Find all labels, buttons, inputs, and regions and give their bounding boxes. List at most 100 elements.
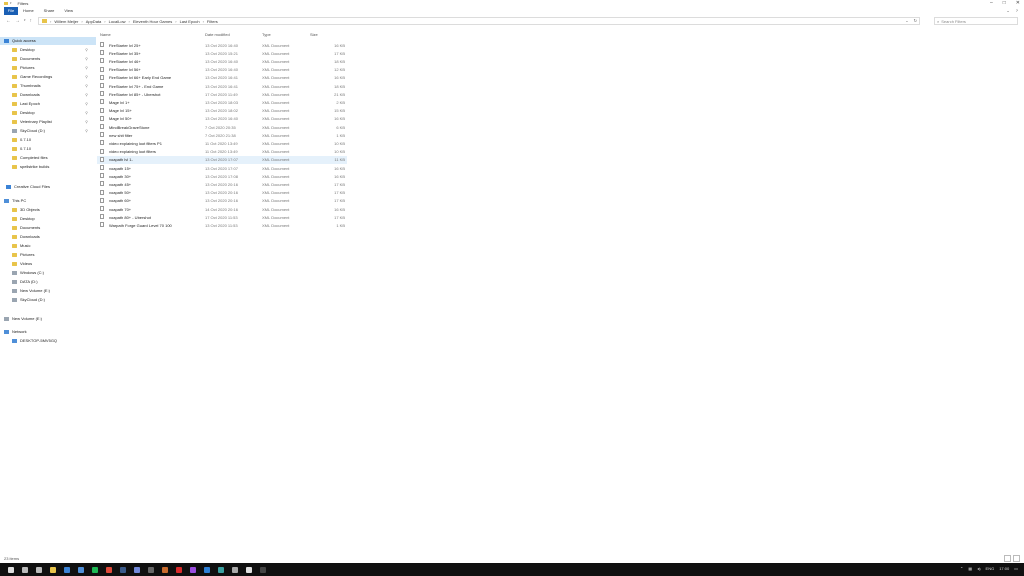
breadcrumb-segment[interactable]: Eleventh Hour Games: [133, 19, 172, 24]
clock[interactable]: 17:00: [999, 566, 1009, 571]
sidebar-item[interactable]: SkyCloud (D:) ⚲: [0, 127, 92, 135]
app-icon[interactable]: [232, 566, 238, 573]
table-row[interactable]: voapath 70+ 14 Oct 2020 20:16 XML Document…: [97, 205, 347, 213]
breadcrumb-segment[interactable]: Filters: [207, 19, 218, 24]
search-box[interactable]: ⌕ Search Filters: [934, 17, 1018, 25]
table-row[interactable]: video explaining loot filters 11 Oct 2020…: [97, 148, 347, 156]
table-row[interactable]: Mage lvl 1+ 13 Oct 2020 18:03 XML Document…: [97, 98, 347, 106]
app-icon[interactable]: [190, 566, 196, 573]
table-row[interactable]: FireStarter lvl 35+ 13 Oct 2020 15:21 XML …: [97, 49, 347, 57]
table-row[interactable]: voapath 45+ 13 Oct 2020 20:16 XML Document…: [97, 180, 347, 188]
tab-file[interactable]: File: [4, 7, 18, 15]
breadcrumb-segment[interactable]: LocalLow: [109, 19, 126, 24]
column-header-size[interactable]: Size: [310, 32, 318, 37]
sidebar-item[interactable]: Desktop ⚲: [0, 109, 92, 117]
table-row[interactable]: FireStarter lvl 75+ - End Game 13 Oct 202…: [97, 82, 347, 90]
notifications-icon[interactable]: ▭: [1014, 566, 1018, 571]
language-indicator[interactable]: ENG: [986, 566, 995, 571]
sidebar-item[interactable]: Desktop ⚲: [0, 46, 92, 54]
search-icon[interactable]: [22, 566, 28, 573]
app-icon[interactable]: [246, 566, 252, 573]
chrome-icon[interactable]: [106, 566, 112, 573]
spotify-icon[interactable]: [92, 566, 98, 573]
sidebar-item[interactable]: Downloads ⚲: [0, 91, 92, 99]
sidebar-item[interactable]: Pictures ⚲: [0, 64, 92, 72]
sidebar-item[interactable]: This PC: [0, 197, 26, 205]
sidebar-item[interactable]: Pictures: [0, 251, 34, 259]
breadcrumb-segment[interactable]: Last Epoch: [180, 19, 200, 24]
table-row[interactable]: voapath lvl 1- 13 Oct 2020 17:07 XML Docum…: [97, 155, 347, 164]
tab-home[interactable]: Home: [18, 7, 39, 15]
steam-icon[interactable]: [120, 566, 126, 573]
table-row[interactable]: voapath 30+ 13 Oct 2020 17:08 XML Document…: [97, 172, 347, 180]
sidebar-item[interactable]: spellstrike builds: [0, 163, 49, 171]
game-icon[interactable]: [162, 566, 168, 573]
sidebar-item[interactable]: Videos: [0, 260, 32, 268]
close-icon[interactable]: ✕: [1016, 0, 1020, 6]
column-header-name[interactable]: Name: [100, 32, 111, 37]
app-icon[interactable]: [204, 566, 210, 573]
sidebar-item[interactable]: New Volume (E:): [0, 287, 50, 295]
table-row[interactable]: new shit filter 7 Oct 2020 21:38 XML Docum…: [97, 131, 347, 139]
sidebar-item[interactable]: Veterinary Playlist ⚲: [0, 118, 92, 126]
tab-view[interactable]: View: [59, 7, 78, 15]
sidebar-item[interactable]: DATA (D:): [0, 278, 38, 286]
sidebar-item[interactable]: 0.7.10: [0, 145, 31, 153]
sidebar-item[interactable]: Windows (C:): [0, 269, 44, 277]
tab-share[interactable]: Share: [39, 7, 60, 15]
table-row[interactable]: video explaining loot filters P1 11 Oct 2…: [97, 139, 347, 147]
recent-dropdown-icon[interactable]: ▾: [24, 18, 26, 24]
help-icon[interactable]: ?: [1016, 8, 1018, 13]
table-row[interactable]: MindBreakGraveStone 7 Oct 2020 20:35 XML D…: [97, 123, 347, 131]
forward-arrow-icon[interactable]: →: [15, 18, 20, 24]
table-row[interactable]: voapath 50+ 13 Oct 2020 20:16 XML Document…: [97, 189, 347, 197]
minimize-icon[interactable]: –: [990, 0, 993, 6]
app-icon[interactable]: [218, 566, 224, 573]
table-row[interactable]: FireStarter lvl 56+ 13 Oct 2020 16:40 XML …: [97, 66, 347, 74]
network-icon[interactable]: ▦: [968, 566, 972, 571]
column-header-date[interactable]: Date modified: [205, 32, 230, 37]
column-header-type[interactable]: Type: [262, 32, 271, 37]
start-icon[interactable]: [8, 566, 14, 573]
expand-ribbon-icon[interactable]: ⌄: [1006, 8, 1009, 13]
sidebar-item[interactable]: Documents: [0, 224, 40, 232]
store-icon[interactable]: [78, 566, 84, 573]
discord-icon[interactable]: [134, 566, 140, 573]
sidebar-item[interactable]: Music: [0, 242, 30, 250]
table-row[interactable]: Warpath Forge Guard Level 70 100 13 Oct 2…: [97, 221, 347, 229]
table-row[interactable]: FireStarter lvl 46+ 13 Oct 2020 16:40 XML …: [97, 57, 347, 65]
app-icon[interactable]: [260, 566, 266, 573]
quick-access-folder-icon[interactable]: [4, 1, 8, 5]
breadcrumb-segment[interactable]: AppData: [86, 19, 102, 24]
table-row[interactable]: Mage lvl 50+ 13 Oct 2020 16:40 XML Documen…: [97, 115, 347, 123]
volume-icon[interactable]: ◂): [977, 566, 980, 571]
sidebar-item[interactable]: Desktop: [0, 215, 35, 223]
chevron-up-icon[interactable]: ⌃: [960, 566, 963, 571]
table-row[interactable]: FireStarter lvl 85+ - Ubershot 17 Oct 202…: [97, 90, 347, 98]
sidebar-item[interactable]: Network: [0, 328, 27, 336]
table-row[interactable]: Mage lvl 15+ 13 Oct 2020 18:02 XML Documen…: [97, 107, 347, 115]
table-row[interactable]: voapath 15+ 13 Oct 2020 17:07 XML Document…: [97, 164, 347, 172]
adobe-icon[interactable]: [176, 566, 182, 573]
sidebar-item[interactable]: SkyCloud (D:): [0, 296, 45, 304]
task-view-icon[interactable]: [36, 566, 42, 573]
sidebar-item[interactable]: Thumbnails ⚲: [0, 82, 92, 90]
sidebar-item[interactable]: Documents ⚲: [0, 55, 92, 63]
sidebar-item[interactable]: Quick access: [0, 37, 96, 45]
up-arrow-icon[interactable]: ↑: [30, 18, 33, 24]
back-arrow-icon[interactable]: ←: [6, 18, 11, 24]
table-row[interactable]: FireStarter lvl 66+ Early End Game 13 Oct…: [97, 74, 347, 82]
sidebar-item[interactable]: Creative Cloud Files: [0, 183, 50, 191]
sidebar-item[interactable]: 3D Objects: [0, 206, 40, 214]
details-view-icon[interactable]: [1004, 555, 1011, 562]
address-dropdown-icon[interactable]: ⌄: [905, 18, 908, 23]
sidebar-item[interactable]: Last Epoch ⚲: [0, 100, 92, 108]
sidebar-item[interactable]: Game Recordings ⚲: [0, 73, 92, 81]
sidebar-item[interactable]: Completed files: [0, 154, 48, 162]
large-icons-view-icon[interactable]: [1013, 555, 1020, 562]
edge-icon[interactable]: [64, 566, 70, 573]
maximize-icon[interactable]: □: [1003, 0, 1006, 6]
obs-icon[interactable]: [148, 566, 154, 573]
sidebar-item[interactable]: 0.7.10: [0, 136, 31, 144]
sidebar-item[interactable]: DESKTOP-5MV5GQ: [0, 337, 57, 345]
